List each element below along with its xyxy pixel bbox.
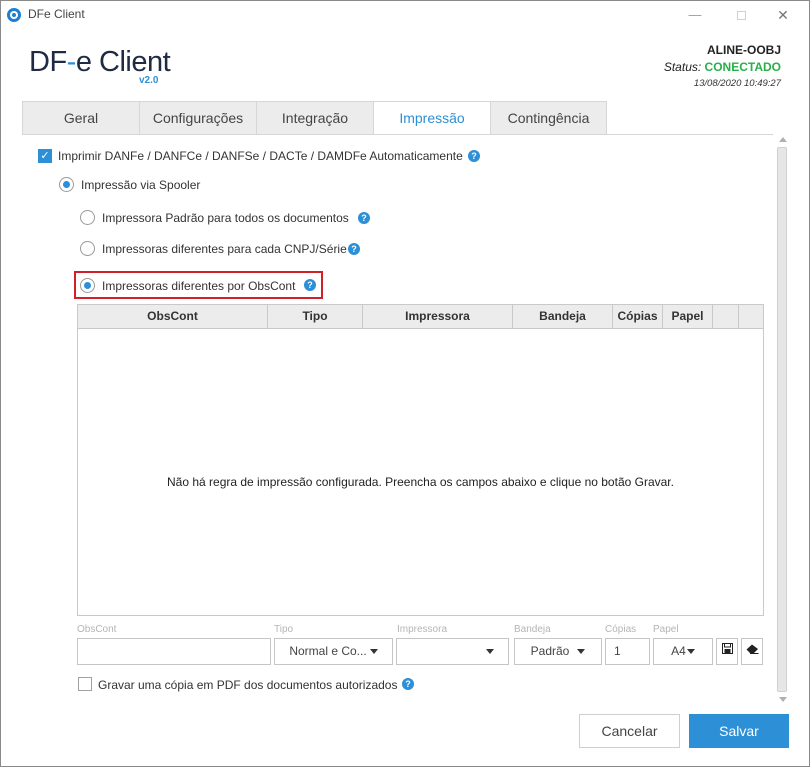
logo-text-client: e Client [75,46,171,78]
tab-bar: Geral Configurações Integração Impressão… [22,101,607,135]
logo-text-df: DF [29,46,67,78]
radio-obscont-printer-label: Impressoras diferentes por ObsCont [102,279,296,293]
tab-impressao[interactable]: Impressão [373,101,490,135]
impressora-dropdown[interactable] [396,638,509,665]
scroll-down-icon[interactable] [779,697,787,702]
empty-table-message: Não há regra de impressão configurada. P… [167,475,674,489]
maximize-icon [736,11,746,21]
cancel-button[interactable]: Cancelar [579,714,680,748]
obscont-field-label: ObsCont [77,624,117,635]
tipo-dropdown[interactable]: Normal e Co... [274,638,393,665]
tab-contingencia[interactable]: Contingência [490,101,607,135]
status-value: CONECTADO [704,60,781,74]
maximize-button[interactable] [727,5,755,25]
logo-version: v2.0 [139,75,159,86]
bandeja-dropdown-value: Padrão [530,644,570,658]
table-header: ObsCont Tipo Impressora Bandeja Cópias P… [78,305,763,329]
bandeja-dropdown[interactable]: Padrão [514,638,602,665]
column-header-actions [713,305,739,328]
column-header-bandeja[interactable]: Bandeja [513,305,613,328]
radio-default-printer-label: Impressora Padrão para todos os document… [102,211,349,225]
scroll-up-icon[interactable] [779,137,787,142]
tipo-dropdown-value: Normal e Co... [289,644,367,658]
spooler-radio[interactable] [59,177,74,192]
vertical-scrollbar[interactable] [775,134,791,705]
column-header-tipo[interactable]: Tipo [268,305,363,328]
papel-dropdown-value: A4 [671,644,686,658]
radio-cnpj-printer[interactable] [80,241,95,256]
radio-obscont-printer[interactable] [80,278,95,293]
help-icon[interactable]: ? [468,150,480,162]
radio-cnpj-printer-label: Impressoras diferentes para cada CNPJ/Sé… [102,242,347,256]
obscont-input[interactable] [77,638,271,665]
status-timestamp: 13/08/2020 10:49:27 [693,78,781,89]
tab-configuracoes[interactable]: Configurações [139,101,256,135]
radio-default-printer[interactable] [80,210,95,225]
help-icon[interactable]: ? [304,279,316,291]
minimize-button[interactable]: — [681,5,709,25]
auto-print-checkbox[interactable]: ✓ [38,149,52,163]
tab-divider [22,134,773,135]
title-bar: DFe Client — ✕ [1,1,809,29]
bandeja-field-label: Bandeja [514,624,551,635]
clear-form-button[interactable] [741,638,763,665]
help-icon[interactable]: ? [402,678,414,690]
column-header-impressora[interactable]: Impressora [363,305,513,328]
tab-geral[interactable]: Geral [22,101,139,135]
status-line: Status: CONECTADO [664,60,781,74]
chevron-down-icon [577,649,586,655]
column-header-obscont[interactable]: ObsCont [78,305,268,328]
column-header-spacer [739,305,763,328]
eraser-icon [746,644,758,654]
copias-field-label: Cópias [605,624,637,635]
status-label: Status: [663,60,702,74]
copias-input[interactable]: 1 [605,638,650,665]
chevron-down-icon [486,649,494,654]
logo-text-dash: - [66,46,77,78]
papel-field-label: Papel [653,624,679,635]
save-rule-button[interactable] [716,638,738,665]
floppy-disk-icon [721,643,733,654]
print-rules-table: ObsCont Tipo Impressora Bandeja Cópias P… [77,304,764,616]
status-user: ALINE-OOBJ [706,43,781,57]
help-icon[interactable]: ? [348,243,360,255]
spooler-label: Impressão via Spooler [81,178,201,192]
save-button[interactable]: Salvar [689,714,789,748]
help-icon[interactable]: ? [358,212,370,224]
chevron-down-icon [369,649,378,655]
app-logo-icon [7,8,21,22]
scrollbar-thumb[interactable] [777,147,787,692]
app-window: DFe Client — ✕ DF-e Client v2.0 ALINE-OO… [0,0,810,767]
close-button[interactable]: ✕ [769,5,797,25]
auto-print-label: Imprimir DANFe / DANFCe / DANFSe / DACTe… [58,149,463,163]
tab-integracao[interactable]: Integração [256,101,373,135]
chevron-down-icon [686,649,695,655]
column-header-copias[interactable]: Cópias [613,305,663,328]
papel-dropdown[interactable]: A4 [653,638,713,665]
window-title: DFe Client [28,7,85,21]
column-header-papel[interactable]: Papel [663,305,713,328]
tipo-field-label: Tipo [274,624,294,635]
impressora-field-label: Impressora [397,624,448,635]
pdf-copy-checkbox[interactable] [78,677,92,691]
pdf-copy-label: Gravar uma cópia em PDF dos documentos a… [98,678,398,692]
